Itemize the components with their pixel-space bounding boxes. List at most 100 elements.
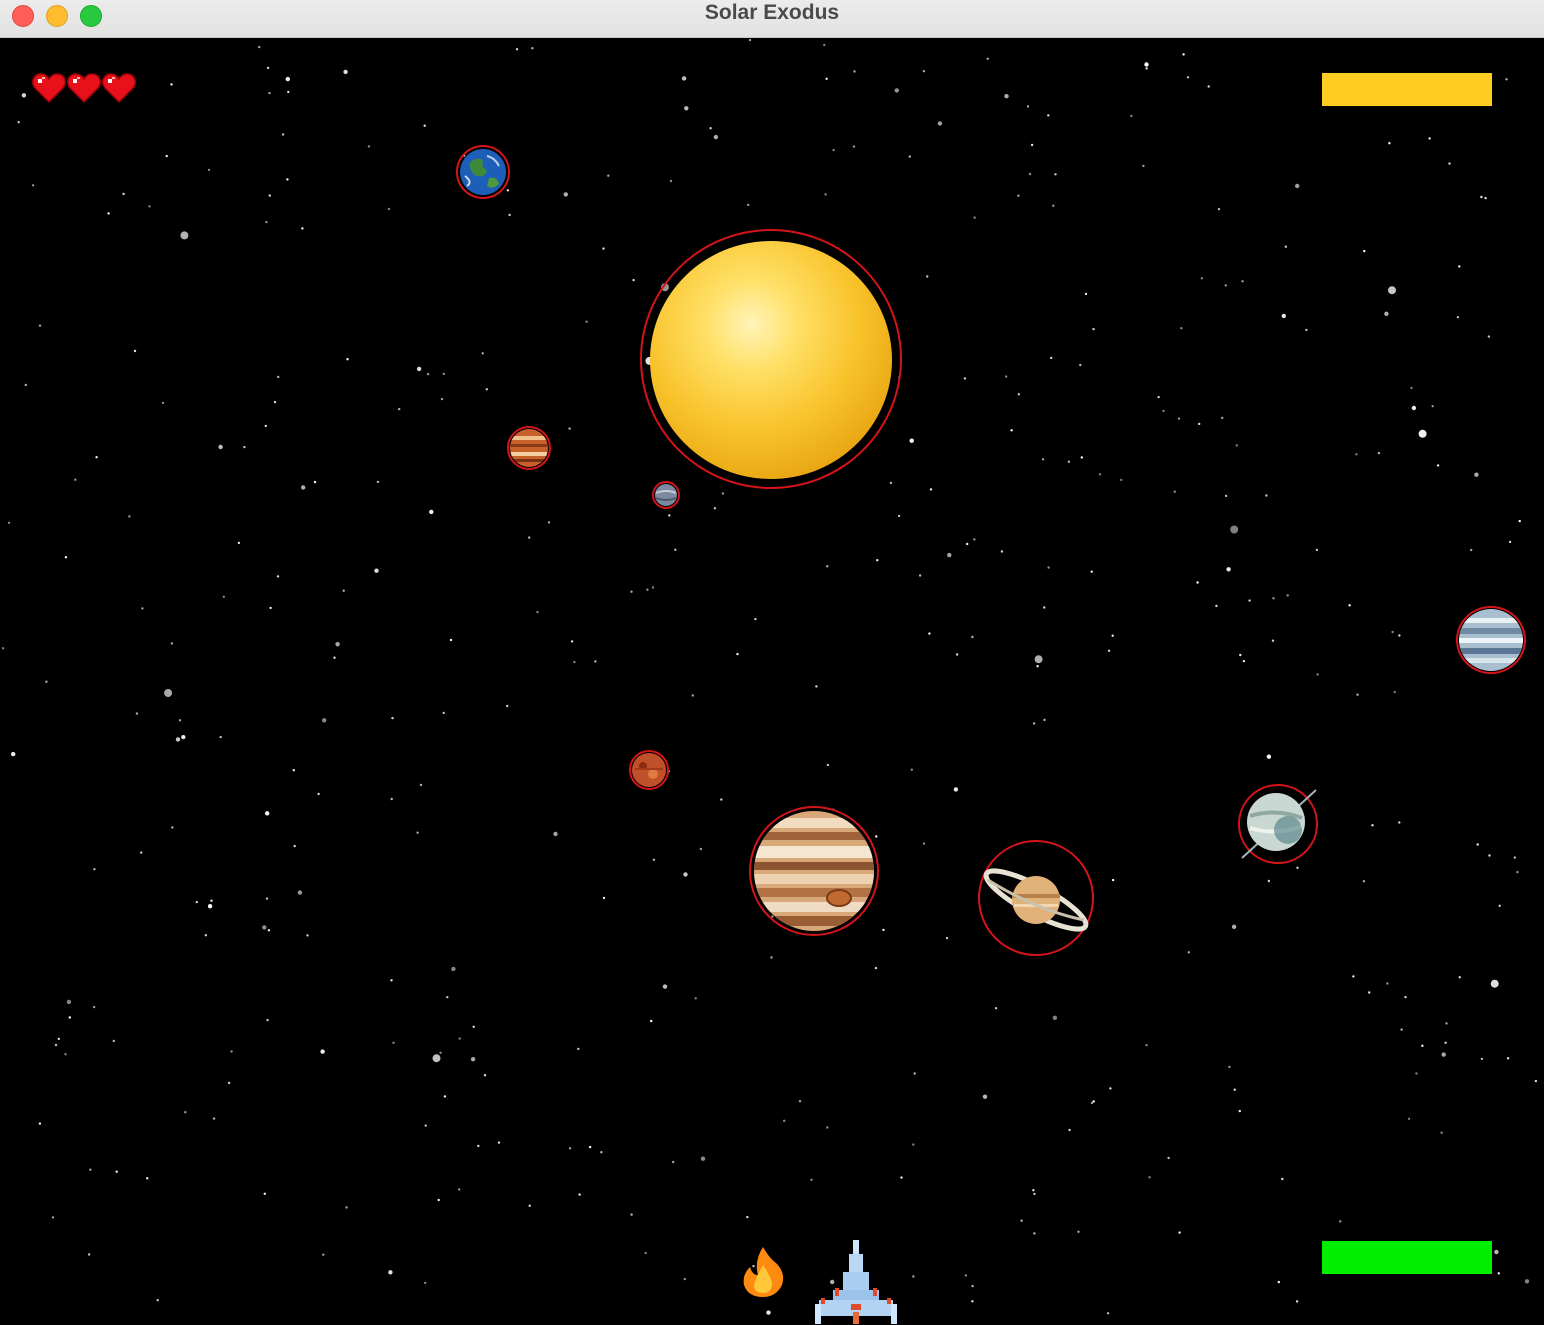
star [720,798,723,801]
star [95,456,98,459]
star [1398,821,1401,824]
star [709,127,712,130]
star [937,121,943,126]
star [955,653,959,656]
star [528,536,531,539]
star [458,1188,461,1191]
star [17,121,20,124]
star [89,1168,92,1171]
star [922,70,926,73]
star [578,1193,581,1196]
star [810,1178,813,1182]
star [1391,630,1394,634]
star [265,897,269,900]
star [287,90,290,94]
star [947,552,952,558]
star [699,847,703,851]
star [1167,1156,1170,1160]
star [1388,142,1391,145]
star [908,155,911,158]
star [345,1206,348,1209]
star [1077,1230,1080,1234]
star [1458,976,1461,979]
star [7,521,11,524]
star [342,589,345,592]
star [1458,265,1461,268]
star [748,38,752,42]
star [1339,1220,1342,1223]
star [700,1156,706,1161]
star [317,792,320,796]
star [195,900,198,904]
star [1444,1041,1447,1044]
star [390,979,393,982]
star [1355,453,1358,456]
star [1182,53,1185,56]
star [798,1100,802,1103]
star [994,1007,998,1010]
star [57,1037,60,1041]
star [165,154,168,158]
star [1440,1131,1443,1134]
star [207,904,213,909]
star [1145,1044,1148,1047]
star [277,375,280,379]
star [1043,718,1046,722]
star [293,844,296,848]
star [264,424,267,428]
star [646,588,649,591]
star [301,485,306,490]
star [54,1043,58,1047]
game-canvas[interactable] [0,38,1544,1325]
star [573,660,576,664]
star [1404,995,1407,999]
star [1266,754,1272,759]
star [1109,1087,1112,1090]
uranus-icon [1241,789,1317,859]
star [754,617,757,621]
star [1368,991,1371,994]
star [276,575,280,578]
star [31,184,35,187]
star [632,278,635,282]
star [204,934,207,937]
star [1476,843,1479,846]
star [630,590,633,593]
star [1305,328,1308,332]
star [652,858,656,861]
star [1513,856,1517,859]
lives-indicator [32,71,138,107]
star [1445,1022,1448,1025]
star [1111,878,1115,882]
star [1180,327,1183,330]
star [1142,164,1145,168]
star [594,660,597,663]
star [439,1051,442,1054]
star [1384,311,1389,316]
star [1000,550,1004,553]
star [497,1141,501,1144]
star [1187,951,1191,954]
star [1386,982,1389,985]
star [721,492,725,495]
star [1242,659,1246,663]
spaceship-icon [815,1240,897,1324]
star [1348,604,1351,607]
star [219,735,222,739]
star [662,984,668,989]
star [184,1111,187,1114]
star [889,481,893,485]
star [547,521,551,524]
star [736,652,739,656]
star [1092,327,1095,331]
heart-icon [67,73,101,104]
star [747,203,750,207]
star [265,220,268,224]
star [672,1160,675,1164]
star [1480,195,1483,199]
star [1230,525,1239,534]
star [390,797,393,801]
star [570,640,574,643]
star [1231,924,1237,929]
star [1228,1065,1231,1069]
